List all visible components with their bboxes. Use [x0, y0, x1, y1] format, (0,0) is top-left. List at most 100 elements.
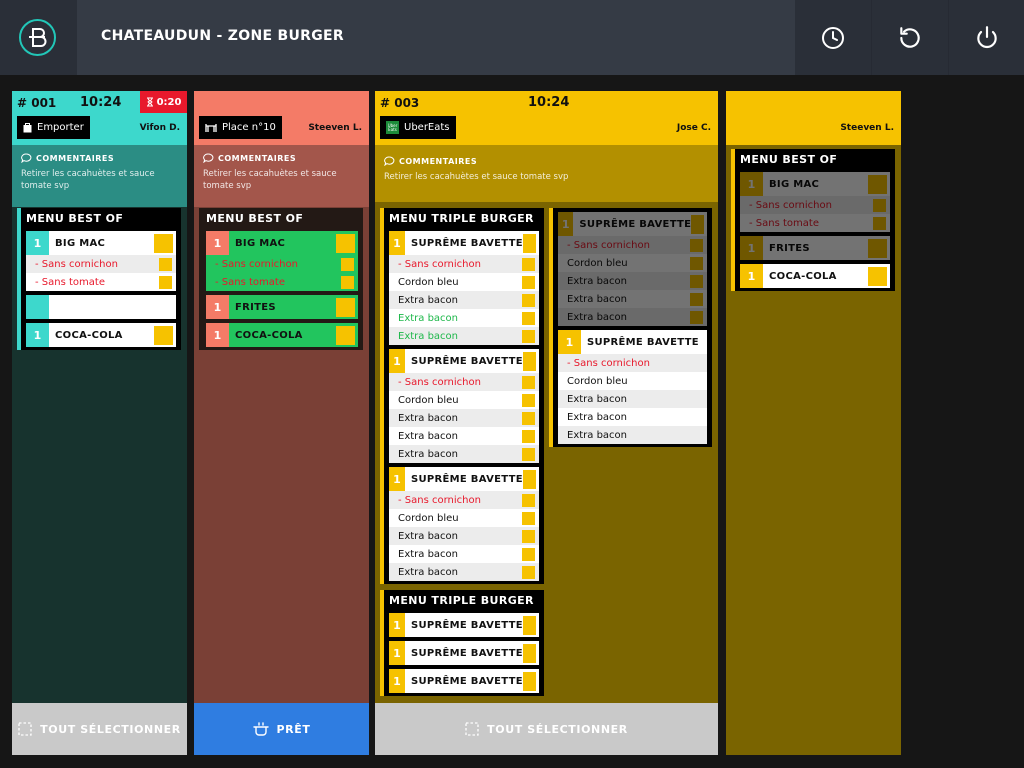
menu-block: MENU BEST OF 1 BIG MAC - Sans cornichon -… — [199, 208, 363, 350]
table-icon — [205, 123, 217, 132]
menu-title: MENU TRIPLE BURGER — [389, 212, 534, 225]
modifier-checkbox[interactable] — [159, 275, 172, 289]
item-card[interactable]: 1 COCA-COLA — [26, 323, 176, 347]
modifier-checkbox[interactable] — [341, 275, 354, 289]
item-checkbox[interactable] — [336, 297, 355, 317]
item-name: COCA-COLA — [55, 329, 123, 341]
item-card[interactable]: 1 SUPRÊME BAVETTE - Sans cornichon Cordon… — [389, 349, 539, 463]
item-card[interactable]: 1 COCA-COLA — [206, 323, 358, 347]
item-checkbox[interactable] — [522, 469, 536, 489]
item-card-done[interactable]: 1 BIG MAC - Sans cornichon - Sans tomate — [740, 172, 890, 232]
item-card[interactable]: 1 SUPRÊME BAVETTE - Sans cornichon Cordon… — [389, 231, 539, 345]
modifier-checkbox[interactable] — [522, 329, 535, 343]
item-modifier: Cordon bleu — [398, 276, 459, 288]
order-type-label: UberEats — [404, 122, 450, 133]
power-button[interactable] — [949, 0, 1024, 75]
item-qty: 1 — [26, 231, 49, 255]
modifier-checkbox[interactable] — [522, 275, 535, 289]
item-modifier: Extra bacon — [567, 393, 628, 405]
item-modifier: - Sans cornichon — [398, 494, 481, 506]
menu-title: MENU TRIPLE BURGER — [389, 594, 534, 607]
modifier-checkbox[interactable] — [522, 375, 535, 389]
refresh-button[interactable] — [872, 0, 948, 75]
item-modifier: Extra bacon — [567, 293, 628, 305]
item-modifier: Cordon bleu — [567, 375, 628, 387]
comment-text: Retirer les cacahuètes et sauce tomate s… — [384, 172, 569, 182]
modifier-checkbox[interactable] — [690, 292, 703, 306]
item-card[interactable]: 1 SUPRÊME BAVETTE — [389, 669, 539, 693]
select-all-button[interactable]: TOUT SÉLECTIONNER — [12, 703, 187, 755]
modifier-checkbox[interactable] — [690, 310, 703, 324]
item-checkbox[interactable] — [336, 233, 355, 253]
modifier-checkbox[interactable] — [522, 547, 535, 561]
item-modifier: - Sans cornichon — [749, 199, 832, 211]
order-ticket-4[interactable]: Steeven L. MENU BEST OF 1 BIG MAC - Sans … — [726, 91, 901, 755]
modifier-checkbox[interactable] — [522, 311, 535, 325]
item-checkbox[interactable] — [522, 233, 536, 253]
modifier-checkbox[interactable] — [873, 216, 886, 230]
item-checkbox[interactable] — [522, 643, 536, 663]
comment-label: COMMENTAIRES — [218, 153, 297, 163]
ready-button[interactable]: PRÊT — [194, 703, 369, 755]
item-checkbox[interactable] — [691, 214, 704, 234]
item-qty: 1 — [389, 231, 405, 255]
item-checkbox[interactable] — [336, 325, 355, 345]
item-checkbox[interactable] — [868, 238, 887, 258]
item-card[interactable]: 1 COCA-COLA — [740, 264, 890, 288]
modifier-checkbox[interactable] — [341, 257, 354, 271]
item-modifier: Extra bacon — [567, 311, 628, 323]
modifier-checkbox[interactable] — [690, 274, 703, 288]
modifier-checkbox[interactable] — [522, 411, 535, 425]
modifier-checkbox[interactable] — [522, 393, 535, 407]
item-modifier: - Sans tomate — [35, 276, 105, 288]
item-card[interactable]: 1 SUPRÊME BAVETTE — [389, 613, 539, 637]
order-ticket-table-10[interactable]: Place n°10 Steeven L. COMMENTAIRES Retir… — [194, 91, 369, 755]
modifier-checkbox[interactable] — [690, 256, 703, 270]
comment-icon — [21, 153, 32, 163]
item-modifier: - Sans tomate — [749, 217, 819, 229]
order-ticket-001[interactable]: # 001 10:24 0:20 Emporter Vifon D. COMME… — [12, 91, 187, 755]
item-modifier: - Sans cornichon — [215, 258, 298, 270]
modifier-checkbox[interactable] — [522, 429, 535, 443]
modifier-checkbox[interactable] — [522, 293, 535, 307]
order-type-pill: Emporter — [17, 116, 90, 139]
item-name: FRITES — [769, 242, 810, 254]
item-modifier: Extra bacon — [398, 430, 459, 442]
modifier-checkbox[interactable] — [690, 238, 703, 252]
modifier-checkbox[interactable] — [522, 447, 535, 461]
item-modifier: Cordon bleu — [398, 512, 459, 524]
modifier-checkbox[interactable] — [522, 529, 535, 543]
select-all-label: TOUT SÉLECTIONNER — [40, 722, 181, 736]
modifier-checkbox[interactable] — [873, 198, 886, 212]
item-card[interactable]: 1 SUPRÊME BAVETTE - Sans cornichon Cordon… — [389, 467, 539, 581]
item-card-done[interactable]: 1 SUPRÊME BAVETTE - Sans cornichon Cordon… — [558, 212, 707, 326]
item-checkbox[interactable] — [868, 174, 887, 194]
select-all-button[interactable]: TOUT SÉLECTIONNER — [375, 703, 718, 755]
item-card-done[interactable]: 1 FRITES — [740, 236, 890, 260]
item-modifier: Extra bacon — [398, 448, 459, 460]
item-checkbox[interactable] — [154, 233, 173, 253]
item-checkbox[interactable] — [154, 325, 173, 345]
item-checkbox[interactable] — [868, 266, 887, 286]
order-ticket-003[interactable]: # 003 10:24 Uber Eats UberEats Jose C. C… — [375, 91, 718, 755]
item-modifier: - Sans cornichon — [35, 258, 118, 270]
item-card[interactable]: 1 FRITES — [206, 295, 358, 319]
menu-title: MENU BEST OF — [206, 212, 304, 225]
item-card-empty[interactable] — [26, 295, 176, 319]
item-card[interactable]: 1 BIG MAC - Sans cornichon - Sans tomate — [26, 231, 176, 291]
modifier-checkbox[interactable] — [522, 257, 535, 271]
item-card[interactable]: 1 SUPRÊME BAVETTE — [389, 641, 539, 665]
modifier-checkbox[interactable] — [159, 257, 172, 271]
modifier-checkbox[interactable] — [522, 511, 535, 525]
item-checkbox[interactable] — [522, 671, 536, 691]
modifier-checkbox[interactable] — [522, 565, 535, 579]
item-card[interactable]: 1 BIG MAC - Sans cornichon - Sans tomate — [206, 231, 358, 291]
item-card[interactable]: 1 SUPRÊME BAVETTE - Sans cornichon Cordon… — [558, 330, 707, 444]
comment-section: COMMENTAIRES Retirer les cacahuètes et s… — [375, 145, 718, 202]
item-checkbox[interactable] — [522, 351, 536, 371]
history-button[interactable] — [795, 0, 871, 75]
item-checkbox[interactable] — [522, 615, 536, 635]
modifier-checkbox[interactable] — [522, 493, 535, 507]
ticket-header: # 001 10:24 0:20 Emporter Vifon D. — [12, 91, 187, 145]
select-all-label: TOUT SÉLECTIONNER — [487, 722, 628, 736]
